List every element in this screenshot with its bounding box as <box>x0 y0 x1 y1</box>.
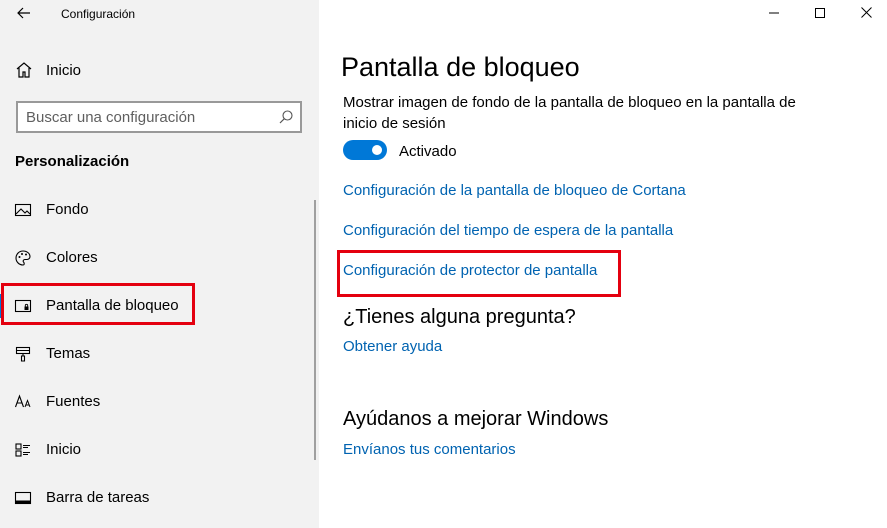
brush-icon <box>13 344 33 364</box>
sidebar-item-pantalla-de-bloqueo[interactable]: Pantalla de bloqueo <box>0 282 319 330</box>
section-title: Personalización <box>15 153 130 170</box>
sidebar: Configuración Inicio Personalización Fon… <box>0 0 319 528</box>
search-box[interactable] <box>16 101 302 133</box>
background-toggle[interactable] <box>343 140 387 160</box>
sidebar-home-label: Inicio <box>46 61 82 79</box>
main-content: Pantalla de bloqueo Mostrar imagen de fo… <box>319 0 887 528</box>
sidebar-item-label: Fondo <box>46 201 89 218</box>
screensaver-settings-link[interactable]: Configuración de protector de pantalla <box>343 262 597 279</box>
sidebar-item-label: Barra de tareas <box>46 489 150 506</box>
get-help-link[interactable]: Obtener ayuda <box>343 338 442 355</box>
sidebar-item-temas[interactable]: Temas <box>0 330 319 378</box>
sidebar-item-label: Fuentes <box>46 393 101 410</box>
feedback-link[interactable]: Envíanos tus comentarios <box>343 441 516 458</box>
palette-icon <box>13 248 33 268</box>
toggle-knob <box>372 145 382 155</box>
sidebar-item-colores[interactable]: Colores <box>0 234 319 282</box>
improve-heading: Ayúdanos a mejorar Windows <box>343 408 609 430</box>
sidebar-nav: Fondo Colores Pantalla de bloqueo Temas … <box>0 186 319 522</box>
image-icon <box>13 200 33 220</box>
sidebar-item-barra-de-tareas[interactable]: Barra de tareas <box>0 474 319 522</box>
sidebar-item-label: Colores <box>46 249 98 266</box>
toggle-state-label: Activado <box>399 143 457 160</box>
sidebar-item-inicio[interactable]: Inicio <box>0 426 319 474</box>
font-icon <box>13 392 33 412</box>
setting-description: Mostrar imagen de fondo de la pantalla d… <box>343 94 796 132</box>
cortana-lock-screen-link[interactable]: Configuración de la pantalla de bloqueo … <box>343 182 686 199</box>
search-icon[interactable] <box>276 107 296 127</box>
lock-screen-icon <box>13 296 33 316</box>
page-title: Pantalla de bloqueo <box>341 52 580 82</box>
sidebar-item-label: Temas <box>46 345 91 362</box>
home-icon <box>14 60 34 80</box>
back-button[interactable] <box>12 4 36 26</box>
screen-timeout-link[interactable]: Configuración del tiempo de espera de la… <box>343 222 673 239</box>
taskbar-icon <box>13 488 33 508</box>
sidebar-item-fuentes[interactable]: Fuentes <box>0 378 319 426</box>
sidebar-scrollbar[interactable] <box>314 200 316 460</box>
sidebar-item-fondo[interactable]: Fondo <box>0 186 319 234</box>
sidebar-home[interactable]: Inicio <box>0 52 319 88</box>
start-icon <box>13 440 33 460</box>
sidebar-item-label: Inicio <box>46 441 82 458</box>
back-arrow-icon <box>17 6 31 24</box>
app-title: Configuración <box>61 7 136 21</box>
sidebar-item-label: Pantalla de bloqueo <box>46 297 179 314</box>
question-heading: ¿Tienes alguna pregunta? <box>343 306 576 328</box>
search-input[interactable] <box>26 107 266 127</box>
